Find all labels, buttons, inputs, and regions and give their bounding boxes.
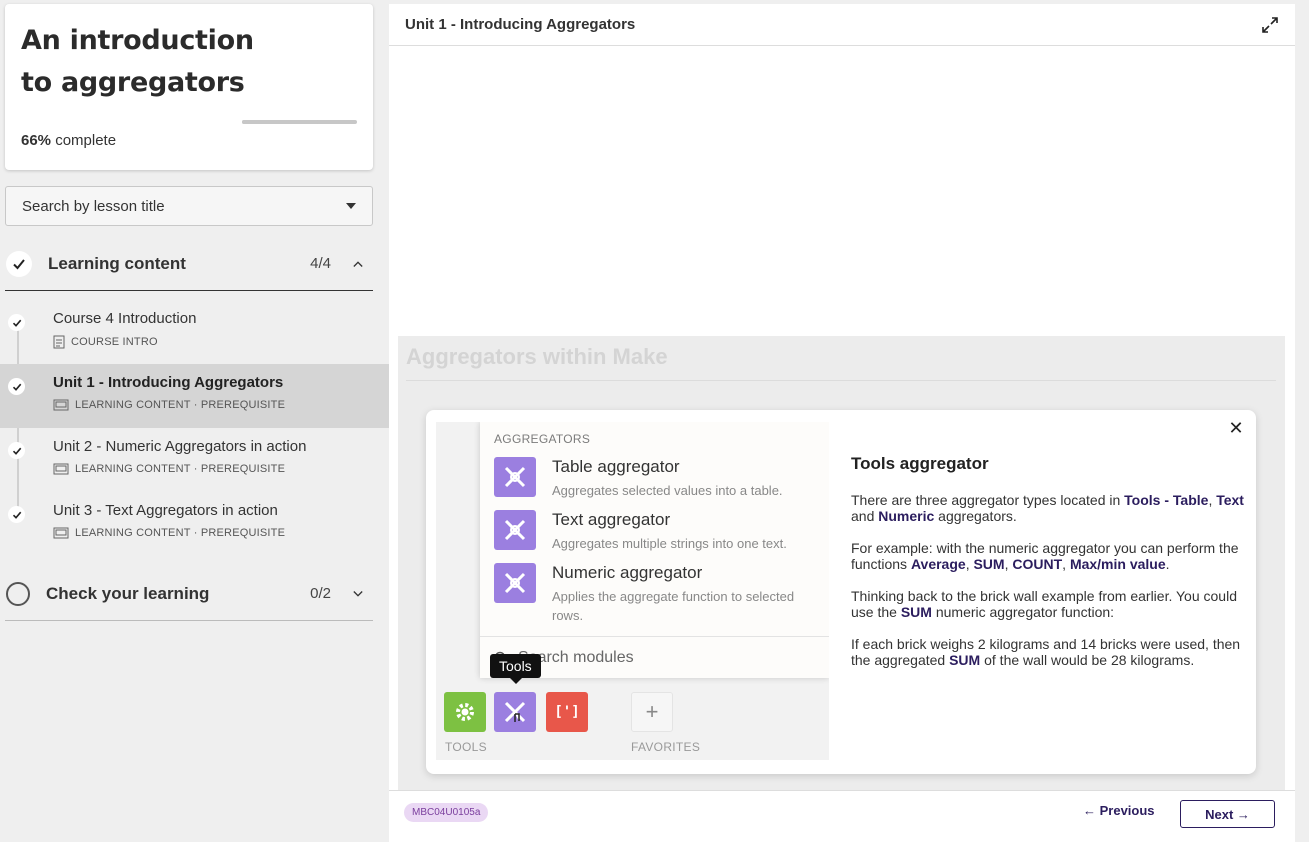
- popup-paragraph: There are three aggregator types located…: [851, 492, 1244, 524]
- aggregator-desc: Aggregates selected values into a table.: [552, 483, 783, 498]
- aggregators-menu: AGGREGATORS Table aggregator Aggregates …: [480, 422, 829, 678]
- lesson-title: Course 4 Introduction: [53, 310, 197, 327]
- plus-icon: +: [631, 692, 673, 732]
- empty-circle-icon: [6, 581, 30, 606]
- previous-button[interactable]: ← Previous: [1083, 803, 1155, 818]
- popup-paragraph: If each brick weighs 2 kilograms and 14 …: [851, 636, 1241, 668]
- check-icon: [8, 314, 25, 331]
- tools-icon: [494, 563, 536, 603]
- popup-title: Tools aggregator: [851, 454, 989, 473]
- tools-icon: [494, 457, 536, 497]
- lesson-footer: MBC04U0105a ← Previous Next →: [389, 790, 1295, 842]
- chevron-down-icon: [353, 590, 363, 597]
- lesson-meta: COURSE INTRO: [53, 335, 158, 349]
- lesson-item[interactable]: Course 4 Introduction COURSE INTRO: [0, 300, 389, 364]
- section-label: Check your learning: [46, 583, 210, 603]
- progress-fill: [242, 120, 318, 124]
- lesson-title: Unit 2 - Numeric Aggregators in action: [53, 438, 307, 455]
- main-panel: Unit 1 - Introducing Aggregators Aggrega…: [389, 4, 1295, 842]
- tools-icon: [494, 510, 536, 550]
- check-icon: [8, 506, 25, 523]
- close-icon[interactable]: ✕: [1228, 419, 1244, 437]
- aggregator-desc: Aggregates multiple strings into one tex…: [552, 536, 787, 551]
- aggregators-heading: AGGREGATORS: [494, 432, 591, 446]
- complete-text: complete: [51, 132, 117, 149]
- tools-icon: [494, 692, 536, 732]
- lesson-meta-text: LEARNING CONTENT · PREREQUISITE: [75, 399, 286, 411]
- popup-paragraph: For example: with the numeric aggregator…: [851, 540, 1239, 572]
- slides-icon: [53, 463, 69, 475]
- lesson-meta-text: LEARNING CONTENT · PREREQUISITE: [75, 527, 286, 539]
- modules-screenshot: AGGREGATORS Table aggregator Aggregates …: [436, 422, 829, 760]
- lesson-content: Aggregators within Make ✕ AGGREGATORS Ta…: [398, 336, 1285, 790]
- lesson-search-dropdown[interactable]: Search by lesson title: [5, 186, 373, 226]
- chevron-up-icon: [353, 260, 363, 267]
- slides-icon: [53, 399, 69, 411]
- lesson-meta-text: COURSE INTRO: [71, 336, 158, 348]
- progress-label: 66% complete: [21, 132, 116, 149]
- popup-description: Tools aggregator There are three aggrega…: [851, 454, 1247, 684]
- section-count: 4/4: [310, 255, 331, 272]
- tools-tooltip: Tools: [490, 654, 541, 684]
- course-card: An introduction to aggregators 66% compl…: [5, 4, 373, 170]
- next-button[interactable]: Next →: [1180, 800, 1275, 828]
- check-icon: [8, 378, 25, 395]
- expand-icon[interactable]: [1261, 16, 1279, 34]
- section-learning-content[interactable]: Learning content 4/4: [5, 237, 373, 291]
- course-title: An introduction to aggregators: [21, 25, 254, 98]
- progress-percent: 66%: [21, 132, 52, 149]
- gear-icon: [444, 692, 486, 732]
- lesson-meta-text: LEARNING CONTENT · PREREQUISITE: [75, 463, 286, 475]
- unit-title: Unit 1 - Introducing Aggregators: [405, 16, 636, 33]
- aggregator-desc: Applies the aggregate function to select…: [552, 589, 795, 623]
- caret-down-icon: [346, 203, 356, 209]
- aggregator-name: Numeric aggregator: [552, 563, 703, 582]
- brackets-icon: [']: [546, 692, 588, 732]
- lesson-item[interactable]: Unit 3 - Text Aggregators in action LEAR…: [0, 492, 389, 556]
- lesson-code-badge: MBC04U0105a: [404, 803, 489, 822]
- section-count: 0/2: [310, 585, 331, 602]
- section-check-your-learning[interactable]: Check your learning 0/2: [5, 567, 373, 621]
- main-header: Unit 1 - Introducing Aggregators: [389, 4, 1295, 46]
- divider: [406, 380, 1276, 381]
- slides-icon: [53, 527, 69, 539]
- search-placeholder: Search by lesson title: [22, 197, 165, 215]
- tools-label: TOOLS: [445, 740, 487, 754]
- aggregator-name: Table aggregator: [552, 457, 680, 476]
- section-heading: Aggregators within Make: [406, 344, 668, 369]
- lesson-item[interactable]: Unit 2 - Numeric Aggregators in action L…: [0, 428, 389, 492]
- check-icon: [8, 442, 25, 459]
- lesson-item-active[interactable]: Unit 1 - Introducing Aggregators LEARNIN…: [0, 364, 389, 428]
- popup-paragraph: Thinking back to the brick wall example …: [851, 588, 1237, 620]
- lesson-title: Unit 3 - Text Aggregators in action: [53, 502, 278, 519]
- favorites-label: FAVORITES: [631, 740, 701, 754]
- aggregator-name: Text aggregator: [552, 510, 671, 529]
- document-icon: [53, 335, 65, 349]
- lesson-title: Unit 1 - Introducing Aggregators: [53, 374, 284, 391]
- progress-bar: [242, 120, 357, 124]
- lesson-meta: LEARNING CONTENT · PREREQUISITE: [53, 527, 285, 539]
- lesson-meta: LEARNING CONTENT · PREREQUISITE: [53, 399, 285, 411]
- section-label: Learning content: [48, 253, 186, 273]
- check-circle-icon: [6, 250, 32, 277]
- lesson-meta: LEARNING CONTENT · PREREQUISITE: [53, 463, 285, 475]
- tools-aggregator-popup: ✕ AGGREGATORS Table aggregator Aggregate…: [426, 410, 1256, 774]
